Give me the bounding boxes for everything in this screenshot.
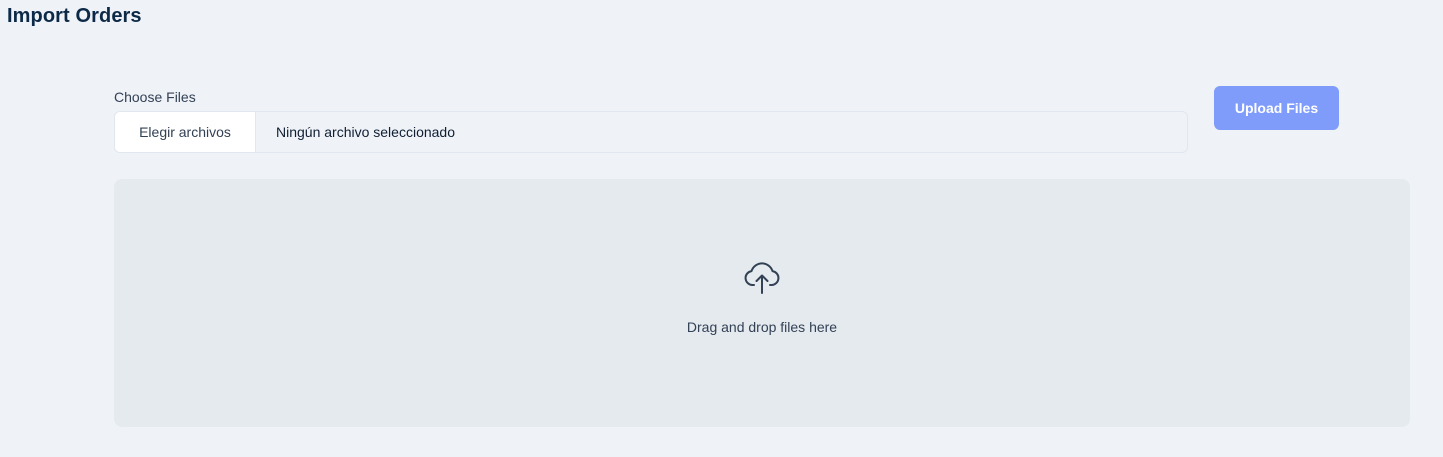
file-input[interactable]: Elegir archivos Ningún archivo seleccion… (114, 111, 1188, 153)
file-status-text: Ningún archivo seleccionado (276, 124, 455, 140)
page-title: Import Orders (7, 5, 142, 27)
cloud-upload-icon (744, 262, 780, 294)
upload-files-button[interactable]: Upload Files (1214, 86, 1339, 130)
choose-files-button[interactable]: Elegir archivos (115, 112, 256, 152)
drop-zone[interactable]: Drag and drop files here (114, 179, 1410, 427)
drop-zone-text: Drag and drop files here (686, 319, 838, 335)
choose-files-label: Choose Files (114, 89, 196, 105)
